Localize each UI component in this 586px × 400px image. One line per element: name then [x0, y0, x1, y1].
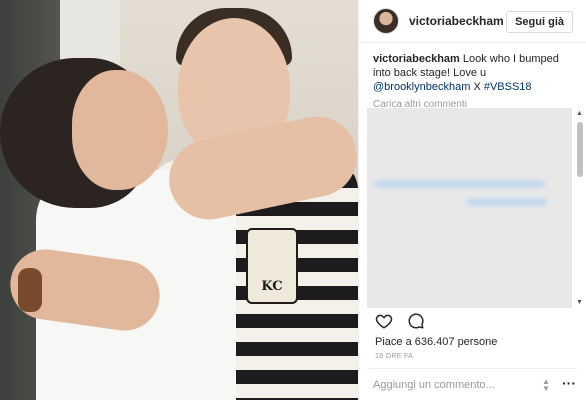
post-timestamp[interactable]: 18 ORE FA [375, 353, 413, 360]
caption-hashtag-link[interactable]: #VBSS18 [484, 81, 532, 93]
header-username[interactable]: victoriabeckham [409, 14, 504, 28]
photo-bracelet [18, 268, 42, 312]
scroll-thumb[interactable] [577, 122, 583, 177]
comments-area [367, 108, 572, 308]
photo-woman-face [72, 70, 168, 190]
comments-scrollbar[interactable]: ▲ ▼ [576, 110, 584, 306]
blurred-comment [467, 198, 547, 206]
heart-icon[interactable] [375, 312, 393, 335]
caption-text-2: X [470, 81, 484, 93]
post-header: victoriabeckham ✓ Segui già [359, 0, 586, 43]
patch-text: KC [261, 279, 283, 294]
input-resize-icon: ▲ ▼ [542, 377, 550, 393]
scroll-up-arrow-icon[interactable]: ▲ [576, 110, 583, 117]
caption-mention-link[interactable]: @brooklynbeckham [373, 81, 470, 93]
comment-bubble-icon[interactable] [407, 312, 425, 335]
post-photo: KC [0, 0, 358, 400]
comment-input[interactable] [373, 377, 543, 393]
divider [369, 368, 577, 369]
caption-username[interactable]: victoriabeckham [373, 53, 460, 65]
post-side-panel: victoriabeckham ✓ Segui già victoriabeck… [358, 0, 586, 400]
shirt-patch: KC [246, 228, 298, 304]
scroll-down-arrow-icon[interactable]: ▼ [576, 299, 583, 306]
likes-count[interactable]: Piace a 636.407 persone [375, 336, 497, 348]
post-actions [375, 312, 425, 335]
more-options-icon[interactable]: ··· [562, 375, 576, 391]
blurred-comment [375, 180, 545, 188]
avatar[interactable] [373, 8, 399, 34]
follow-button[interactable]: Segui già [506, 11, 573, 33]
caption: victoriabeckham Look who I bumped into b… [373, 52, 573, 94]
